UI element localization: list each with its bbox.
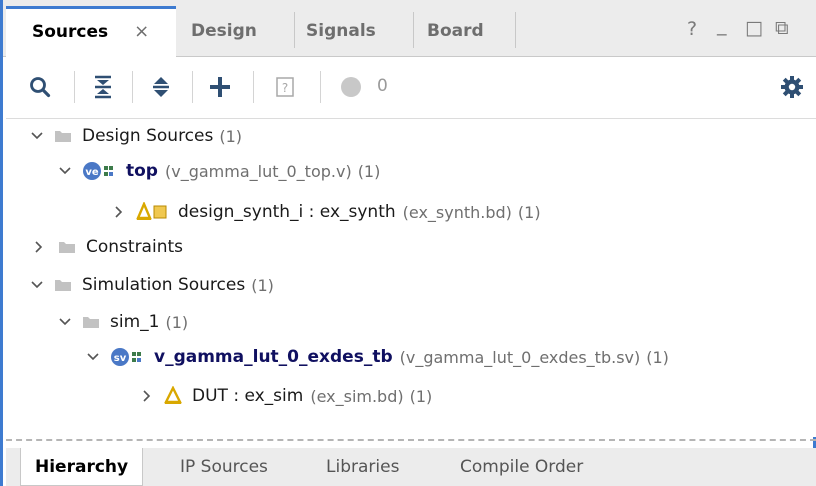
tab-divider xyxy=(515,12,516,48)
svg-text:sv: sv xyxy=(114,353,127,364)
tab-signals-label: Signals xyxy=(306,21,376,41)
tab-design[interactable]: Design xyxy=(191,6,257,57)
tab-sources-label: Sources xyxy=(32,22,109,42)
toolbar-divider xyxy=(320,71,321,103)
tree-label: design_synth_i : ex_synth xyxy=(178,202,396,222)
folder-icon xyxy=(58,240,76,254)
tree-count: (1) xyxy=(251,275,274,295)
help-icon[interactable]: ? xyxy=(687,18,697,40)
collapse-all-icon[interactable] xyxy=(87,71,119,103)
tree-file: (ex_sim.bd) xyxy=(310,386,404,406)
tab-libraries[interactable]: Libraries xyxy=(326,448,399,486)
add-sources-icon[interactable] xyxy=(204,71,236,103)
float-window-icon[interactable]: ⧉ xyxy=(775,17,789,39)
tree-node-sim-1[interactable]: sim_1 (1) xyxy=(58,305,188,339)
tree-label: v_gamma_lut_0_exdes_tb xyxy=(154,347,393,367)
properties-icon[interactable]: ? xyxy=(269,71,301,103)
tree-node-constraints[interactable]: Constraints xyxy=(32,230,183,264)
chevron-right-icon[interactable] xyxy=(140,389,154,403)
tree-node-dut[interactable]: DUT : ex_sim (ex_sim.bd) (1) xyxy=(140,379,432,413)
tree-label: Simulation Sources xyxy=(82,275,246,295)
tree-label: top xyxy=(126,161,158,181)
toolbar-divider xyxy=(74,71,75,103)
tree-node-top[interactable]: ve top (v_gamma_lut_0_top.v) (1) xyxy=(58,154,380,188)
tree-label: Design Sources xyxy=(82,126,214,146)
search-icon[interactable] xyxy=(24,71,56,103)
tab-board-label: Board xyxy=(427,21,484,41)
tree-label: DUT : ex_sim xyxy=(192,386,304,406)
toolbar-divider xyxy=(192,71,193,103)
block-design-icon xyxy=(164,386,182,406)
chevron-down-icon[interactable] xyxy=(30,278,44,292)
tree-node-design-sources[interactable]: Design Sources (1) xyxy=(30,119,242,153)
block-design-icon xyxy=(136,202,168,222)
systemverilog-file-icon: sv xyxy=(110,347,144,367)
sources-window: Sources × Design Signals Board ? _ □ ⧉ ?… xyxy=(0,0,816,486)
expand-all-icon[interactable] xyxy=(145,71,177,103)
tree-count: (1) xyxy=(165,312,189,332)
tree-count: (1) xyxy=(517,202,541,222)
panel-divider[interactable] xyxy=(6,439,816,441)
verilog-file-icon: ve xyxy=(82,161,116,181)
toolbar-divider xyxy=(132,71,133,103)
chevron-down-icon[interactable] xyxy=(58,315,72,329)
tab-ip-sources[interactable]: IP Sources xyxy=(180,448,268,486)
tree-count: (1) xyxy=(357,161,381,181)
tab-divider xyxy=(294,12,295,48)
tree-node-testbench[interactable]: sv v_gamma_lut_0_exdes_tb (v_gamma_lut_0… xyxy=(86,340,669,374)
svg-text:ve: ve xyxy=(85,167,99,178)
chevron-right-icon[interactable] xyxy=(32,240,46,254)
folder-icon xyxy=(54,129,72,143)
tab-divider xyxy=(413,12,414,48)
tab-bar: Sources × Design Signals Board ? _ □ ⧉ xyxy=(3,0,816,57)
tree-file: (ex_synth.bd) xyxy=(402,202,512,222)
tree-file: (v_gamma_lut_0_exdes_tb.sv) xyxy=(399,347,641,367)
tab-close-icon[interactable]: × xyxy=(134,21,149,42)
minimize-icon[interactable]: _ xyxy=(717,14,727,36)
tab-signals[interactable]: Signals xyxy=(306,6,376,57)
maximize-icon[interactable]: □ xyxy=(745,17,763,39)
chevron-right-icon[interactable] xyxy=(112,205,126,219)
gear-icon[interactable] xyxy=(776,71,808,103)
folder-icon xyxy=(54,278,72,292)
chevron-down-icon[interactable] xyxy=(30,129,44,143)
bottom-tab-bar: Hierarchy IP Sources Libraries Compile O… xyxy=(6,448,816,486)
tree-count: (1) xyxy=(646,347,669,367)
status-dot-icon xyxy=(337,71,365,103)
tab-sources[interactable]: Sources × xyxy=(6,6,176,57)
tab-design-label: Design xyxy=(191,21,257,41)
tree-label: sim_1 xyxy=(110,312,160,332)
tree-count: (1) xyxy=(219,126,243,146)
error-count: 0 xyxy=(377,76,388,96)
tree-node-design-synth[interactable]: design_synth_i : ex_synth (ex_synth.bd) … xyxy=(112,195,541,229)
tree-node-simulation-sources[interactable]: Simulation Sources (1) xyxy=(30,268,274,302)
toolbar-divider xyxy=(253,71,254,103)
tab-board[interactable]: Board xyxy=(427,6,484,57)
sources-toolbar: ? 0 xyxy=(6,57,816,119)
tab-hierarchy[interactable]: Hierarchy xyxy=(20,448,144,486)
folder-icon xyxy=(82,315,100,329)
sources-tree: Design Sources (1) ve top (v_gamma_lut_0… xyxy=(6,119,816,437)
tab-compile-order[interactable]: Compile Order xyxy=(460,448,583,486)
chevron-down-icon[interactable] xyxy=(86,350,100,364)
chevron-down-icon[interactable] xyxy=(58,164,72,178)
svg-text:?: ? xyxy=(282,81,288,95)
tree-count: (1) xyxy=(409,386,433,406)
tree-file: (v_gamma_lut_0_top.v) xyxy=(164,161,352,181)
tree-label: Constraints xyxy=(86,237,183,257)
